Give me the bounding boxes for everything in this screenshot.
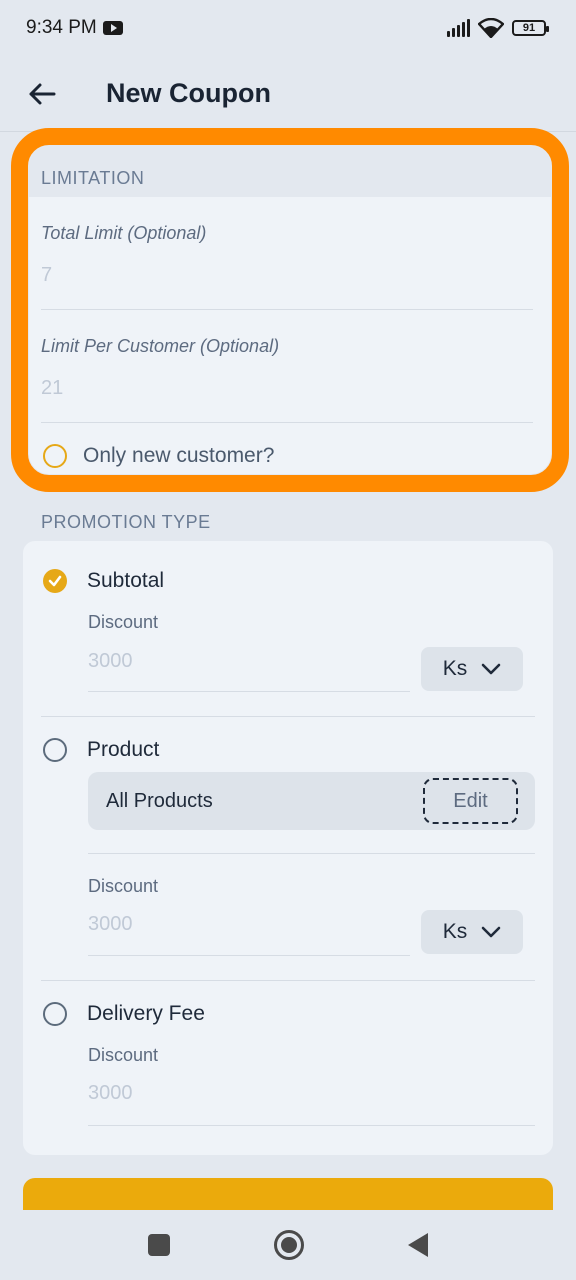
- subtotal-discount-label: Discount: [88, 612, 159, 632]
- products-label: All Products: [106, 789, 213, 812]
- subtotal-option[interactable]: Subtotal: [43, 569, 164, 593]
- nav-home-icon[interactable]: [274, 1230, 304, 1260]
- status-left: 9:34 PM: [26, 17, 123, 39]
- subtotal-discount-underline: [88, 691, 410, 692]
- product-label: Product: [87, 738, 160, 761]
- promotion-card: Subtotal Discount 3000 Ks Product All Pr…: [23, 541, 553, 1155]
- products-underline: [88, 853, 535, 854]
- status-time: 9:34 PM: [26, 17, 97, 38]
- delivery-discount-label: Discount: [88, 1045, 159, 1065]
- subtotal-currency-value: Ks: [442, 657, 468, 680]
- back-button[interactable]: [22, 74, 62, 114]
- total-limit-label: Total Limit (Optional): [41, 223, 207, 243]
- only-new-customer-label: Only new customer?: [83, 444, 275, 467]
- nav-back-icon[interactable]: [408, 1233, 428, 1257]
- product-currency-select[interactable]: Ks: [421, 910, 523, 954]
- delivery-fee-option[interactable]: Delivery Fee: [43, 1002, 205, 1026]
- chevron-down-icon: [481, 926, 501, 938]
- nav-recents-icon[interactable]: [148, 1234, 170, 1256]
- divider: [41, 980, 535, 981]
- product-option[interactable]: Product: [43, 738, 159, 762]
- back-arrow-icon: [29, 83, 56, 104]
- delivery-discount-underline: [88, 1125, 535, 1126]
- youtube-icon: [102, 21, 123, 35]
- system-nav-bar: [0, 1210, 576, 1280]
- subtotal-currency-select[interactable]: Ks: [421, 647, 523, 691]
- battery-icon: 91: [512, 20, 549, 36]
- edit-products-button[interactable]: Edit: [423, 778, 518, 824]
- limit-per-customer-input[interactable]: 21: [41, 357, 533, 422]
- status-bar: 9:34 PM 91: [0, 0, 576, 56]
- product-discount-input[interactable]: 3000: [88, 913, 133, 936]
- delivery-fee-radio[interactable]: [43, 1002, 67, 1026]
- status-right: 91: [447, 18, 549, 38]
- delivery-discount-input[interactable]: 3000: [88, 1082, 133, 1105]
- only-new-customer-radio[interactable]: [43, 444, 67, 468]
- product-discount-label: Discount: [88, 876, 159, 896]
- app-header: New Coupon: [0, 56, 576, 132]
- limit-per-customer-label: Limit Per Customer (Optional): [41, 336, 280, 356]
- check-icon: [48, 575, 62, 587]
- battery-level: 91: [522, 22, 536, 34]
- only-new-customer-option[interactable]: Only new customer?: [29, 423, 551, 474]
- subtotal-radio[interactable]: [43, 569, 67, 593]
- product-currency-value: Ks: [442, 920, 468, 943]
- signal-icon: [447, 19, 470, 37]
- product-discount-underline: [88, 955, 410, 956]
- limitation-card: LIMITATION Total Limit (Optional) 7 Limi…: [29, 146, 551, 474]
- products-selector: All Products Edit: [88, 772, 535, 830]
- promotion-section-title: PROMOTION TYPE: [41, 512, 211, 532]
- chevron-down-icon: [481, 663, 501, 675]
- product-radio[interactable]: [43, 738, 67, 762]
- limit-per-customer-field[interactable]: Limit Per Customer (Optional) 21: [41, 310, 533, 423]
- delivery-fee-label: Delivery Fee: [87, 1002, 205, 1025]
- divider: [41, 716, 535, 717]
- total-limit-field[interactable]: Total Limit (Optional) 7: [41, 197, 533, 310]
- wifi-icon: [478, 18, 504, 38]
- subtotal-label: Subtotal: [87, 569, 165, 592]
- limitation-section-title: LIMITATION: [29, 146, 551, 197]
- page-title: New Coupon: [106, 78, 271, 108]
- subtotal-discount-input[interactable]: 3000: [88, 650, 133, 673]
- total-limit-input[interactable]: 7: [41, 244, 533, 309]
